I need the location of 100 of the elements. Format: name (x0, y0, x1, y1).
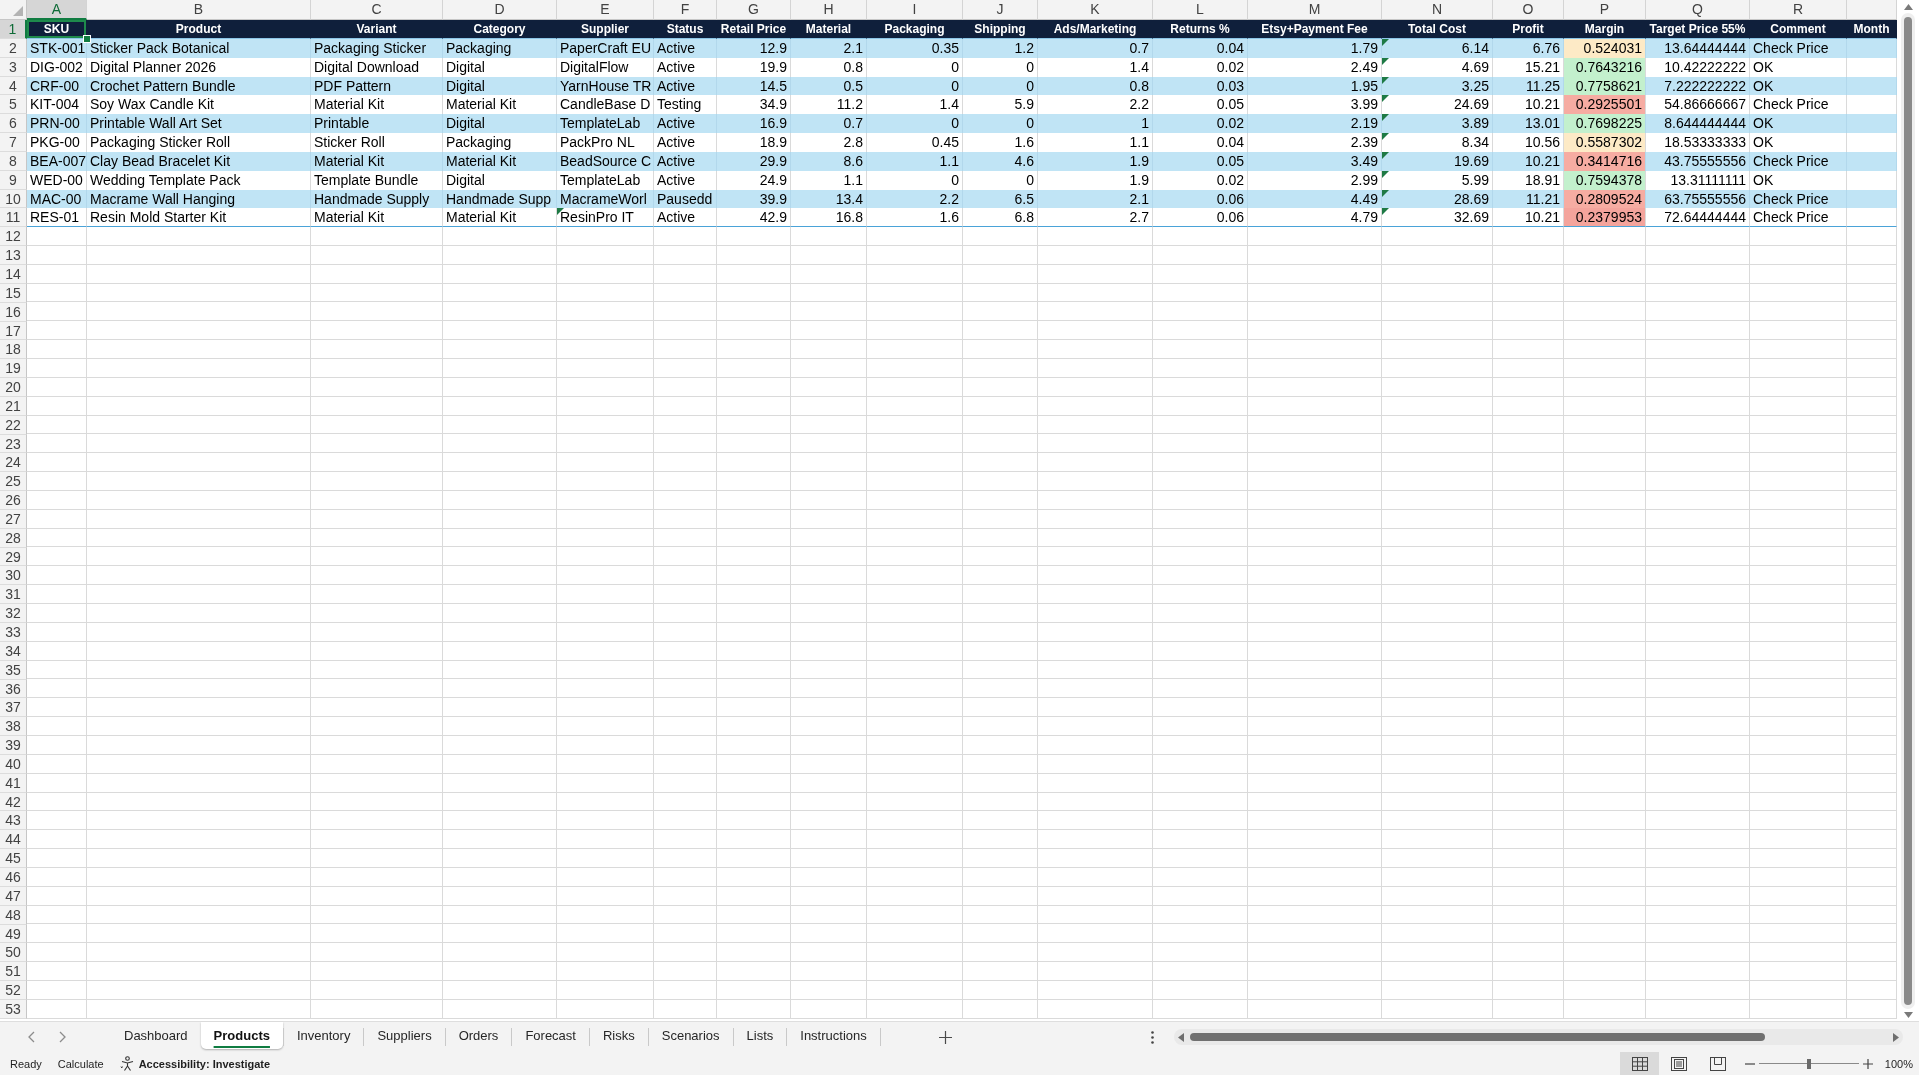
row-header[interactable]: 32 (0, 604, 27, 623)
row-header[interactable]: 5 (0, 95, 27, 115)
column-header[interactable]: F (654, 0, 717, 20)
scrollbar-thumb[interactable] (1904, 17, 1912, 1005)
table-cell: 7.222222222 (1646, 76, 1750, 96)
table-cell: 13.01 (1493, 114, 1564, 134)
sheet-tab[interactable]: Orders (445, 1022, 512, 1049)
table-cell: TemplateLab (557, 170, 654, 190)
sheet-tab[interactable]: Instructions (787, 1022, 880, 1049)
fill-handle[interactable] (83, 34, 91, 43)
column-header[interactable]: H (791, 0, 867, 20)
table-cell: 6.5 (963, 189, 1038, 209)
column-header[interactable]: B (87, 0, 311, 20)
zoom-percentage[interactable]: 100% (1879, 1057, 1913, 1070)
row-header[interactable]: 31 (0, 585, 27, 605)
table-cell: 10.21 (1493, 151, 1564, 171)
table-cell: BeadSource C (557, 151, 654, 171)
row-header[interactable]: 37 (0, 698, 27, 718)
scrollbar-thumb[interactable] (1190, 1033, 1765, 1041)
scrollbar-track[interactable] (1901, 13, 1915, 1009)
sheet-tab[interactable]: Risks (589, 1022, 648, 1049)
column-header[interactable]: Q (1646, 0, 1750, 20)
row-header[interactable]: 7 (0, 133, 27, 152)
table-cell: 4.49 (1248, 189, 1382, 209)
table-cell: 1.6 (963, 133, 1038, 152)
row-header[interactable]: 44 (0, 830, 27, 850)
column-header[interactable]: I (867, 0, 963, 20)
table-cell: OK (1750, 133, 1847, 152)
table-cell: 2.1 (1038, 189, 1153, 209)
table-cell: 1.1 (1038, 133, 1153, 152)
row-header[interactable]: 38 (0, 717, 27, 737)
row-header[interactable]: 30 (0, 566, 27, 586)
column-header[interactable]: N (1382, 0, 1493, 20)
plus-icon[interactable] (1863, 1058, 1873, 1069)
chevron-left-icon[interactable] (27, 1031, 35, 1043)
row-header[interactable]: 1 (0, 20, 27, 39)
chevron-right-icon[interactable] (59, 1031, 67, 1043)
sheet-tab[interactable]: Products (200, 1022, 283, 1049)
sheet-tab[interactable]: Forecast (512, 1022, 589, 1049)
row-header[interactable]: 19 (0, 359, 27, 379)
sheet-tab[interactable]: Dashboard (111, 1022, 201, 1049)
table-cell: 0 (867, 76, 963, 96)
sheet-tab[interactable]: Suppliers (364, 1022, 445, 1049)
calculate-button[interactable]: Calculate (57, 1057, 104, 1070)
column-header[interactable]: P (1564, 0, 1646, 20)
up-triangle-icon[interactable] (1903, 4, 1913, 10)
table-cell: YarnHouse TR (557, 76, 654, 96)
table-cell (1847, 76, 1897, 96)
plus-icon[interactable] (938, 1030, 952, 1044)
row-header[interactable]: 45 (0, 849, 27, 868)
table-cell: Active (654, 133, 717, 152)
table-cell: OK (1750, 170, 1847, 190)
row-header[interactable]: 6 (0, 114, 27, 134)
table-cell: DigitalFlow (557, 57, 654, 77)
column-header[interactable]: O (1493, 0, 1564, 20)
table-cell: 0.05 (1153, 151, 1248, 171)
row-header[interactable]: 24 (0, 453, 27, 473)
sheet-tab[interactable]: Lists (733, 1022, 787, 1049)
row-header[interactable]: 18 (0, 340, 27, 360)
more-icon[interactable] (1151, 1030, 1154, 1044)
row-header[interactable]: 39 (0, 736, 27, 755)
row-header[interactable]: 26 (0, 491, 27, 510)
table-cell: 18.9 (717, 133, 791, 152)
right-triangle-icon[interactable] (1893, 1032, 1899, 1042)
table-cell: 2.19 (1248, 114, 1382, 134)
column-header[interactable]: R (1750, 0, 1847, 20)
scrollbar-track[interactable] (1174, 1029, 1903, 1045)
zoom-slider-thumb[interactable] (1807, 1058, 1811, 1069)
column-header[interactable]: A (27, 0, 87, 20)
down-triangle-icon[interactable] (1903, 1012, 1913, 1018)
row-header[interactable]: 51 (0, 962, 27, 982)
column-header[interactable]: K (1038, 0, 1153, 20)
column-header[interactable]: J (963, 0, 1038, 20)
row-header[interactable]: 52 (0, 981, 27, 1000)
row-header[interactable]: 12 (0, 227, 27, 247)
row-header[interactable]: 13 (0, 246, 27, 265)
sheet-tab[interactable]: Scenarios (648, 1022, 733, 1049)
row-header[interactable]: 33 (0, 623, 27, 642)
row-header[interactable]: 50 (0, 943, 27, 963)
table-cell: 1.9 (1038, 170, 1153, 190)
table-cell: MAC-00 (27, 189, 87, 209)
table-cell: 1.1 (791, 170, 867, 190)
column-header[interactable]: L (1153, 0, 1248, 20)
table-cell: 0.8 (1038, 76, 1153, 96)
column-header[interactable]: M (1248, 0, 1382, 20)
view-button[interactable] (1620, 1052, 1659, 1075)
column-header[interactable]: D (443, 0, 557, 20)
column-header[interactable]: C (311, 0, 443, 20)
table-cell: 0 (963, 114, 1038, 134)
column-header[interactable]: E (557, 0, 654, 20)
row-header[interactable]: 20 (0, 378, 27, 397)
table-cell: 1.4 (1038, 57, 1153, 77)
sheet-tab[interactable]: Inventory (283, 1022, 364, 1049)
row-header[interactable]: 43 (0, 811, 27, 831)
row-header[interactable]: 11 (0, 208, 27, 228)
left-triangle-icon[interactable] (1178, 1032, 1184, 1042)
column-header[interactable]: G (717, 0, 791, 20)
accessibility-button[interactable]: Accessibility: Investigate (119, 1056, 271, 1071)
row-header[interactable]: 25 (0, 472, 27, 492)
table-cell: Printable Wall Art Set (87, 114, 311, 134)
